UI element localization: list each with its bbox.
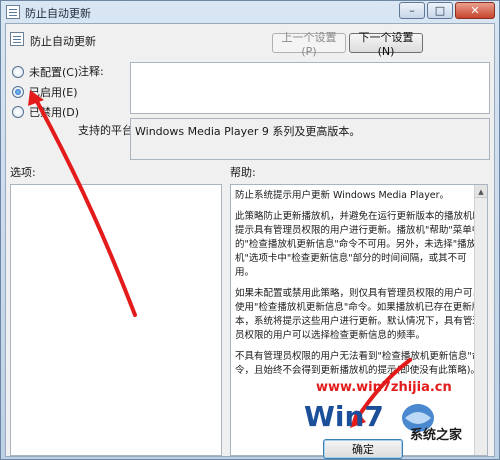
radio-not-configured[interactable]: 未配置(C) (12, 64, 78, 80)
help-label: 帮助: (230, 166, 256, 179)
window-controls: – □ ✕ (397, 2, 495, 19)
radio-enabled-circle[interactable] (12, 86, 24, 98)
ok-button[interactable]: 确定 (323, 439, 403, 459)
options-label: 选项: (10, 166, 36, 179)
maximize-button[interactable]: □ (427, 2, 453, 19)
close-button[interactable]: ✕ (455, 2, 495, 19)
window-title: 防止自动更新 (25, 7, 91, 20)
setting-title: 防止自动更新 (30, 35, 96, 48)
minimize-button[interactable]: – (399, 2, 425, 19)
policy-icon (6, 5, 20, 19)
radio-disabled-label: 已禁用(D) (29, 106, 80, 119)
radio-enabled-label: 已启用(E) (29, 86, 78, 99)
previous-setting-button[interactable]: 上一个设置(P) (272, 31, 346, 58)
platform-label: 支持的平台: (78, 124, 137, 137)
watermark-logo-text: Win7 (304, 400, 384, 433)
help-paragraph: 如果未配置或禁用此策略，则仅具有管理员权限的用户可以使用"检查播放机更新信息"命… (235, 288, 483, 341)
radio-disabled[interactable]: 已禁用(D) (12, 104, 79, 120)
comment-label: 注释: (78, 65, 104, 78)
setting-icon (10, 32, 24, 46)
title-bar[interactable]: 防止自动更新 – □ ✕ (1, 1, 499, 23)
comment-textbox[interactable] (130, 62, 490, 114)
help-paragraph: 此策略防止更新播放机，并避免在运行更新版本的播放机时提示具有管理员权限的用户进行… (235, 211, 483, 278)
radio-disabled-circle[interactable] (12, 106, 24, 118)
scroll-up-icon[interactable]: ▲ (475, 185, 487, 198)
radio-not-configured-circle[interactable] (12, 66, 24, 78)
help-paragraph: 防止系统提示用户更新 Windows Media Player。 (235, 190, 450, 201)
radio-not-configured-label: 未配置(C) (29, 66, 79, 79)
watermark-url: www.win7zhijia.cn (316, 380, 452, 395)
watermark-brand: 系统之家 (410, 428, 463, 443)
help-paragraph: 不具有管理员权限的用户无法看到"检查播放机更新信息"命令，且始终不会得到更新播放… (235, 351, 482, 376)
next-setting-button[interactable]: 下一个设置(N) (349, 31, 423, 58)
platform-value: Windows Media Player 9 系列及更高版本。 (130, 118, 490, 160)
radio-enabled[interactable]: 已启用(E) (12, 84, 78, 100)
options-pane (10, 184, 222, 456)
